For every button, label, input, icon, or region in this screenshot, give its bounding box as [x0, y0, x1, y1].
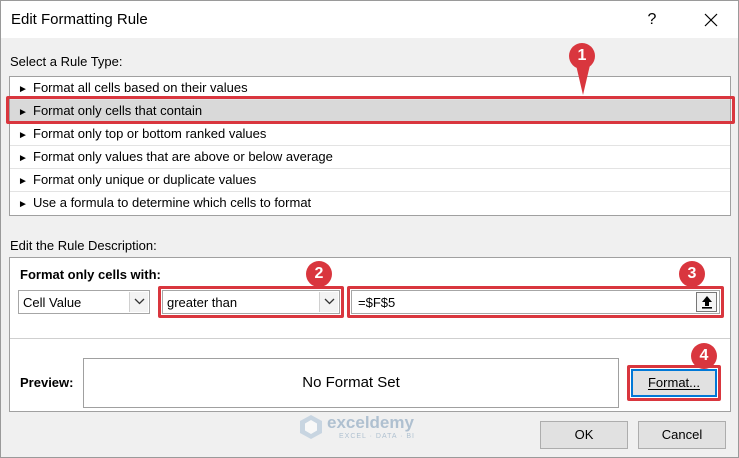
watermark-tagline: EXCEL · DATA · BI	[339, 433, 415, 440]
watermark-name: exceldemy	[327, 413, 414, 432]
operator-value: greater than	[167, 295, 238, 310]
pointer-arrow-icon: ►	[18, 199, 28, 210]
upload-arrow-icon	[702, 296, 712, 309]
close-icon	[704, 13, 718, 27]
pointer-arrow-icon: ►	[18, 84, 28, 95]
rule-type-item-label: Format all cells based on their values	[33, 80, 248, 95]
dropdown-button[interactable]	[319, 292, 338, 312]
formula-value: =$F$5	[358, 295, 396, 310]
step-badge-2: 2	[306, 261, 332, 287]
rule-type-item-label: Format only unique or duplicate values	[33, 172, 257, 187]
condition-type-select[interactable]: Cell Value	[18, 290, 150, 314]
cancel-button-label: Cancel	[661, 427, 703, 442]
edit-formatting-rule-dialog: Edit Formatting Rule ? Select a Rule Typ…	[0, 0, 739, 458]
rule-type-item-label: Format only values that are above or bel…	[33, 149, 333, 164]
pointer-arrow-icon: ►	[18, 153, 28, 164]
rule-type-label: Select a Rule Type:	[10, 54, 123, 69]
pointer-arrow-icon: ►	[18, 130, 28, 141]
step-badge-3: 3	[679, 261, 705, 287]
format-button[interactable]: Format...	[631, 369, 717, 397]
dropdown-button[interactable]	[129, 292, 148, 312]
rule-type-list: ► Format all cells based on their values …	[9, 76, 731, 216]
rule-type-item[interactable]: ► Format all cells based on their values	[10, 77, 730, 100]
format-button-label: Format...	[647, 375, 700, 390]
rule-type-item[interactable]: ► Format only unique or duplicate values	[10, 169, 730, 192]
preview-box: No Format Set	[83, 358, 619, 408]
title-bar: Edit Formatting Rule ?	[1, 1, 738, 38]
pointer-arrow-icon: ►	[18, 176, 28, 187]
rule-type-item[interactable]: ► Format only values that are above or be…	[10, 146, 730, 169]
cancel-button[interactable]: Cancel	[638, 421, 726, 449]
badge-pointer-icon	[576, 65, 590, 95]
dialog-title: Edit Formatting Rule	[11, 11, 148, 28]
chevron-down-icon	[324, 298, 335, 305]
preview-label: Preview:	[20, 375, 74, 390]
rule-type-item[interactable]: ► Format only top or bottom ranked values	[10, 123, 730, 146]
formula-input[interactable]: =$F$5	[351, 290, 720, 314]
rule-type-item[interactable]: ► Use a formula to determine which cells …	[10, 192, 730, 215]
collapse-dialog-button[interactable]	[696, 292, 717, 312]
divider	[10, 338, 730, 339]
rule-type-item-selected[interactable]: ► Format only cells that contain	[10, 100, 730, 123]
ok-button[interactable]: OK	[540, 421, 628, 449]
preview-text: No Format Set	[302, 374, 400, 391]
condition-type-value: Cell Value	[23, 295, 82, 310]
rule-type-item-label: Use a formula to determine which cells t…	[33, 195, 312, 210]
rule-type-item-label: Format only top or bottom ranked values	[33, 126, 267, 141]
close-button[interactable]	[691, 7, 731, 33]
rule-description-label: Edit the Rule Description:	[10, 238, 157, 253]
step-badge-4: 4	[691, 343, 717, 369]
exceldemy-watermark: exceldemy EXCEL · DATA · BI	[299, 411, 449, 445]
format-only-cells-label: Format only cells with:	[20, 267, 161, 282]
operator-select[interactable]: greater than	[162, 290, 340, 314]
exceldemy-logo-icon	[300, 415, 322, 439]
ok-button-label: OK	[574, 427, 594, 442]
chevron-down-icon	[134, 298, 145, 305]
rule-type-item-label: Format only cells that contain	[33, 103, 203, 118]
help-button[interactable]: ?	[638, 7, 666, 33]
pointer-arrow-icon: ►	[18, 107, 28, 118]
